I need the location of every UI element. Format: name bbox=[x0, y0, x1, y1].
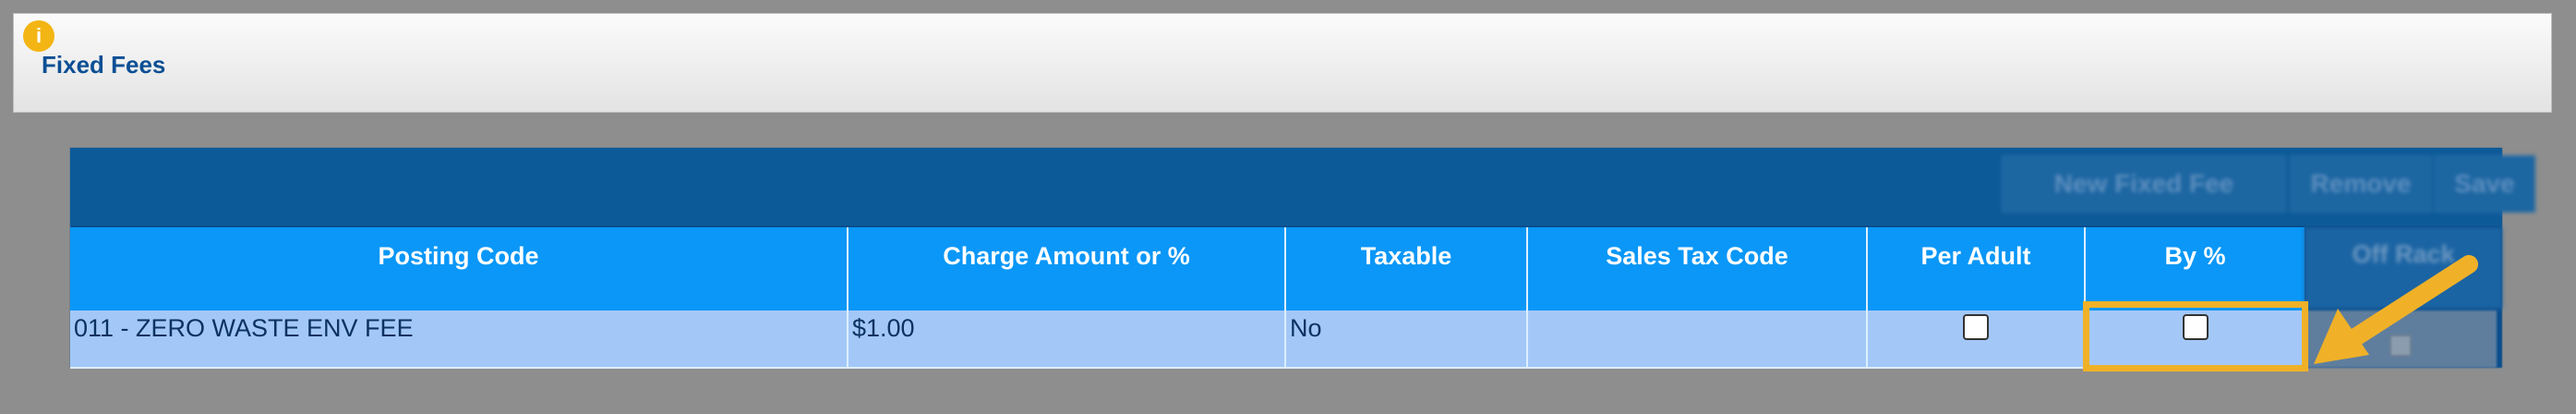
cell-by-percent bbox=[2084, 310, 2305, 369]
fees-table: Posting Code Charge Amount or % Taxable … bbox=[70, 227, 2305, 369]
pointer-arrow-icon bbox=[2314, 255, 2478, 364]
column-header-per-adult[interactable]: Per Adult bbox=[1866, 227, 2085, 310]
header-panel: i Fixed Fees bbox=[13, 13, 2552, 113]
cell-charge-amount[interactable]: $1.00 bbox=[847, 310, 1285, 369]
cell-posting-code[interactable]: 011 - ZERO WASTE ENV FEE bbox=[70, 310, 848, 369]
grid-toolbar: New Fixed Fee Remove Save bbox=[70, 148, 2535, 225]
table-row[interactable]: 011 - ZERO WASTE ENV FEE $1.00 No bbox=[70, 310, 2305, 369]
column-header-posting-code[interactable]: Posting Code bbox=[70, 227, 848, 310]
column-header-sales-tax-code[interactable]: Sales Tax Code bbox=[1526, 227, 1867, 310]
remove-button[interactable]: Remove bbox=[2290, 155, 2432, 213]
save-button[interactable]: Save bbox=[2434, 155, 2535, 213]
cell-taxable[interactable]: No bbox=[1284, 310, 1527, 369]
new-fixed-fee-button[interactable]: New Fixed Fee bbox=[2002, 155, 2286, 213]
cell-per-adult bbox=[1866, 310, 2085, 369]
cell-sales-tax-code[interactable] bbox=[1526, 310, 1867, 369]
by-percent-checkbox[interactable] bbox=[2182, 314, 2209, 340]
table-header-row: Posting Code Charge Amount or % Taxable … bbox=[70, 227, 2305, 310]
column-header-by-percent[interactable]: By % bbox=[2084, 227, 2305, 310]
column-header-charge-amount[interactable]: Charge Amount or % bbox=[847, 227, 1285, 310]
page-title: Fixed Fees bbox=[42, 51, 166, 79]
per-adult-checkbox[interactable] bbox=[1963, 314, 1989, 340]
column-header-taxable[interactable]: Taxable bbox=[1284, 227, 1527, 310]
info-icon[interactable]: i bbox=[23, 20, 54, 52]
